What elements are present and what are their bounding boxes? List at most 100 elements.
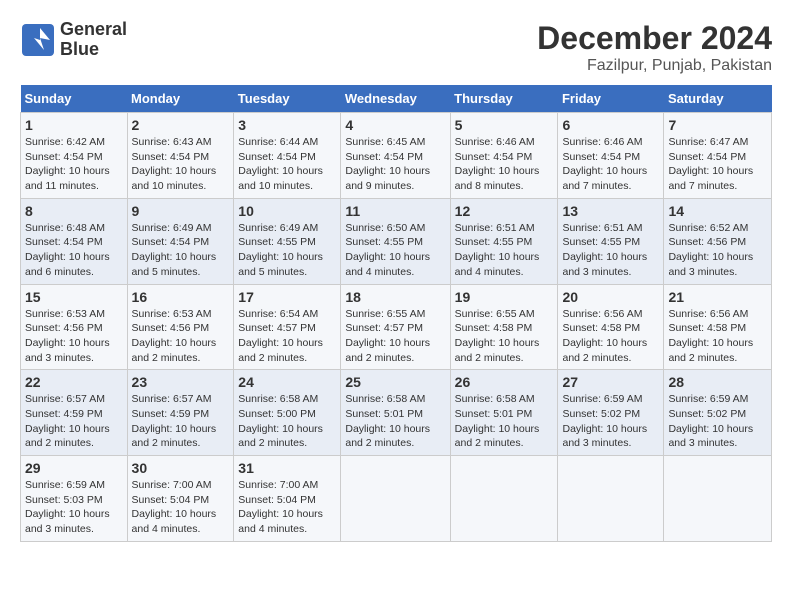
day-cell: 1 Sunrise: 6:42 AMSunset: 4:54 PMDayligh… (21, 113, 128, 199)
day-info: Sunrise: 7:00 AMSunset: 5:04 PMDaylight:… (132, 479, 217, 535)
day-info: Sunrise: 6:52 AMSunset: 4:56 PMDaylight:… (668, 222, 753, 278)
day-cell: 16 Sunrise: 6:53 AMSunset: 4:56 PMDaylig… (127, 284, 234, 370)
day-number: 13 (562, 203, 659, 219)
day-info: Sunrise: 7:00 AMSunset: 5:04 PMDaylight:… (238, 479, 323, 535)
day-number: 5 (455, 117, 554, 133)
day-cell (341, 456, 450, 542)
logo-line2: Blue (60, 40, 127, 60)
day-info: Sunrise: 6:59 AMSunset: 5:03 PMDaylight:… (25, 479, 110, 535)
day-cell: 29 Sunrise: 6:59 AMSunset: 5:03 PMDaylig… (21, 456, 128, 542)
day-cell: 13 Sunrise: 6:51 AMSunset: 4:55 PMDaylig… (558, 198, 664, 284)
day-number: 11 (345, 203, 445, 219)
col-header-thursday: Thursday (450, 85, 558, 113)
day-number: 28 (668, 374, 767, 390)
week-row-2: 8 Sunrise: 6:48 AMSunset: 4:54 PMDayligh… (21, 198, 772, 284)
day-info: Sunrise: 6:59 AMSunset: 5:02 PMDaylight:… (668, 393, 753, 449)
day-cell: 15 Sunrise: 6:53 AMSunset: 4:56 PMDaylig… (21, 284, 128, 370)
logo-line1: General (60, 20, 127, 40)
day-cell: 2 Sunrise: 6:43 AMSunset: 4:54 PMDayligh… (127, 113, 234, 199)
week-row-4: 22 Sunrise: 6:57 AMSunset: 4:59 PMDaylig… (21, 370, 772, 456)
day-info: Sunrise: 6:48 AMSunset: 4:54 PMDaylight:… (25, 222, 110, 278)
day-number: 15 (25, 289, 123, 305)
day-cell: 20 Sunrise: 6:56 AMSunset: 4:58 PMDaylig… (558, 284, 664, 370)
day-number: 22 (25, 374, 123, 390)
day-number: 29 (25, 460, 123, 476)
day-info: Sunrise: 6:51 AMSunset: 4:55 PMDaylight:… (455, 222, 540, 278)
col-header-friday: Friday (558, 85, 664, 113)
day-number: 20 (562, 289, 659, 305)
day-cell: 27 Sunrise: 6:59 AMSunset: 5:02 PMDaylig… (558, 370, 664, 456)
col-header-sunday: Sunday (21, 85, 128, 113)
subtitle: Fazilpur, Punjab, Pakistan (537, 57, 772, 75)
day-number: 30 (132, 460, 230, 476)
day-info: Sunrise: 6:44 AMSunset: 4:54 PMDaylight:… (238, 136, 323, 192)
day-info: Sunrise: 6:46 AMSunset: 4:54 PMDaylight:… (562, 136, 647, 192)
day-number: 24 (238, 374, 336, 390)
day-cell: 25 Sunrise: 6:58 AMSunset: 5:01 PMDaylig… (341, 370, 450, 456)
day-number: 16 (132, 289, 230, 305)
day-number: 23 (132, 374, 230, 390)
day-info: Sunrise: 6:58 AMSunset: 5:01 PMDaylight:… (345, 393, 430, 449)
day-cell: 4 Sunrise: 6:45 AMSunset: 4:54 PMDayligh… (341, 113, 450, 199)
day-cell: 10 Sunrise: 6:49 AMSunset: 4:55 PMDaylig… (234, 198, 341, 284)
day-cell: 8 Sunrise: 6:48 AMSunset: 4:54 PMDayligh… (21, 198, 128, 284)
day-number: 25 (345, 374, 445, 390)
title-section: December 2024 Fazilpur, Punjab, Pakistan (537, 20, 772, 75)
day-cell: 22 Sunrise: 6:57 AMSunset: 4:59 PMDaylig… (21, 370, 128, 456)
day-number: 26 (455, 374, 554, 390)
day-number: 21 (668, 289, 767, 305)
day-info: Sunrise: 6:42 AMSunset: 4:54 PMDaylight:… (25, 136, 110, 192)
day-number: 10 (238, 203, 336, 219)
main-title: December 2024 (537, 20, 772, 57)
day-number: 3 (238, 117, 336, 133)
week-row-5: 29 Sunrise: 6:59 AMSunset: 5:03 PMDaylig… (21, 456, 772, 542)
day-info: Sunrise: 6:45 AMSunset: 4:54 PMDaylight:… (345, 136, 430, 192)
day-info: Sunrise: 6:56 AMSunset: 4:58 PMDaylight:… (668, 308, 753, 364)
day-info: Sunrise: 6:53 AMSunset: 4:56 PMDaylight:… (132, 308, 217, 364)
day-number: 18 (345, 289, 445, 305)
day-number: 19 (455, 289, 554, 305)
calendar-header-row: SundayMondayTuesdayWednesdayThursdayFrid… (21, 85, 772, 113)
week-row-1: 1 Sunrise: 6:42 AMSunset: 4:54 PMDayligh… (21, 113, 772, 199)
day-info: Sunrise: 6:51 AMSunset: 4:55 PMDaylight:… (562, 222, 647, 278)
logo-icon (20, 22, 56, 58)
day-cell: 12 Sunrise: 6:51 AMSunset: 4:55 PMDaylig… (450, 198, 558, 284)
col-header-saturday: Saturday (664, 85, 772, 113)
day-cell (558, 456, 664, 542)
day-cell (664, 456, 772, 542)
day-number: 6 (562, 117, 659, 133)
day-cell: 11 Sunrise: 6:50 AMSunset: 4:55 PMDaylig… (341, 198, 450, 284)
day-cell: 30 Sunrise: 7:00 AMSunset: 5:04 PMDaylig… (127, 456, 234, 542)
day-cell: 24 Sunrise: 6:58 AMSunset: 5:00 PMDaylig… (234, 370, 341, 456)
day-cell: 21 Sunrise: 6:56 AMSunset: 4:58 PMDaylig… (664, 284, 772, 370)
day-info: Sunrise: 6:47 AMSunset: 4:54 PMDaylight:… (668, 136, 753, 192)
day-number: 31 (238, 460, 336, 476)
day-info: Sunrise: 6:43 AMSunset: 4:54 PMDaylight:… (132, 136, 217, 192)
day-cell: 7 Sunrise: 6:47 AMSunset: 4:54 PMDayligh… (664, 113, 772, 199)
day-info: Sunrise: 6:46 AMSunset: 4:54 PMDaylight:… (455, 136, 540, 192)
day-cell (450, 456, 558, 542)
day-number: 1 (25, 117, 123, 133)
day-info: Sunrise: 6:58 AMSunset: 5:00 PMDaylight:… (238, 393, 323, 449)
day-cell: 6 Sunrise: 6:46 AMSunset: 4:54 PMDayligh… (558, 113, 664, 199)
day-info: Sunrise: 6:49 AMSunset: 4:55 PMDaylight:… (238, 222, 323, 278)
calendar-table: SundayMondayTuesdayWednesdayThursdayFrid… (20, 85, 772, 542)
day-number: 9 (132, 203, 230, 219)
col-header-wednesday: Wednesday (341, 85, 450, 113)
day-number: 17 (238, 289, 336, 305)
col-header-tuesday: Tuesday (234, 85, 341, 113)
day-number: 8 (25, 203, 123, 219)
page-header: General Blue December 2024 Fazilpur, Pun… (20, 20, 772, 75)
week-row-3: 15 Sunrise: 6:53 AMSunset: 4:56 PMDaylig… (21, 284, 772, 370)
day-cell: 31 Sunrise: 7:00 AMSunset: 5:04 PMDaylig… (234, 456, 341, 542)
logo: General Blue (20, 20, 127, 60)
day-info: Sunrise: 6:50 AMSunset: 4:55 PMDaylight:… (345, 222, 430, 278)
day-cell: 28 Sunrise: 6:59 AMSunset: 5:02 PMDaylig… (664, 370, 772, 456)
day-cell: 3 Sunrise: 6:44 AMSunset: 4:54 PMDayligh… (234, 113, 341, 199)
day-info: Sunrise: 6:54 AMSunset: 4:57 PMDaylight:… (238, 308, 323, 364)
day-info: Sunrise: 6:57 AMSunset: 4:59 PMDaylight:… (25, 393, 110, 449)
day-info: Sunrise: 6:49 AMSunset: 4:54 PMDaylight:… (132, 222, 217, 278)
day-info: Sunrise: 6:57 AMSunset: 4:59 PMDaylight:… (132, 393, 217, 449)
day-info: Sunrise: 6:56 AMSunset: 4:58 PMDaylight:… (562, 308, 647, 364)
day-number: 27 (562, 374, 659, 390)
